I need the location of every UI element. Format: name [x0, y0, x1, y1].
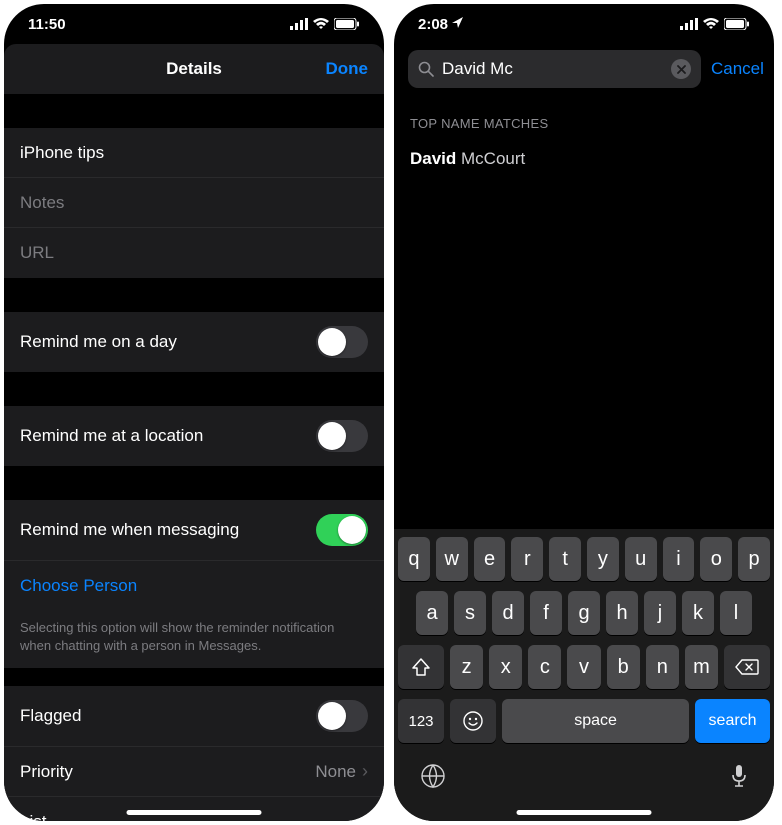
location-arrow-icon — [452, 17, 463, 28]
key-w[interactable]: w — [436, 537, 468, 581]
keyboard: qwertyuiop asdfghjkl zxcvbnm 123 space s… — [394, 529, 774, 821]
cancel-button[interactable]: Cancel — [711, 59, 764, 79]
remind-messaging-row[interactable]: Remind me when messaging — [4, 500, 384, 561]
key-r[interactable]: r — [511, 537, 543, 581]
nav-title: Details — [166, 59, 222, 79]
search-field[interactable] — [408, 50, 701, 88]
shift-icon — [411, 658, 431, 676]
status-bar: 2:08 — [394, 4, 774, 44]
reminder-title-value: iPhone tips — [20, 143, 104, 163]
key-a[interactable]: a — [416, 591, 448, 635]
wifi-icon — [703, 18, 719, 30]
battery-icon — [334, 18, 360, 30]
remind-day-toggle[interactable] — [316, 326, 368, 358]
key-h[interactable]: h — [606, 591, 638, 635]
result-rest-text: McCourt — [456, 149, 525, 168]
search-input[interactable] — [442, 59, 663, 79]
priority-label: Priority — [20, 762, 73, 782]
globe-icon[interactable] — [420, 763, 446, 789]
remind-location-toggle[interactable] — [316, 420, 368, 452]
key-z[interactable]: z — [450, 645, 483, 689]
nav-bar: Details Done — [4, 44, 384, 94]
key-o[interactable]: o — [700, 537, 732, 581]
remind-day-label: Remind me on a day — [20, 332, 177, 352]
status-icons — [290, 18, 360, 30]
url-field[interactable]: URL — [4, 228, 384, 278]
details-form: iPhone tips Notes URL Remind me on a day… — [4, 94, 384, 821]
key-t[interactable]: t — [549, 537, 581, 581]
status-bar: 11:50 — [4, 4, 384, 44]
dictation-icon[interactable] — [730, 763, 748, 789]
choose-person-link: Choose Person — [20, 576, 137, 596]
list-label: List — [20, 812, 46, 821]
home-indicator[interactable] — [127, 810, 262, 815]
results-section-header: TOP NAME MATCHES — [394, 98, 774, 139]
result-match-text: David — [410, 149, 456, 168]
key-p[interactable]: p — [738, 537, 770, 581]
key-m[interactable]: m — [685, 645, 718, 689]
messaging-footer-note: Selecting this option will show the remi… — [4, 611, 384, 668]
key-s[interactable]: s — [454, 591, 486, 635]
phone-contact-search: 2:08 Cancel TOP NAME MATCHES David McCou… — [394, 4, 774, 821]
phone-details: 11:50 Details Done iPhone tips Notes URL… — [4, 4, 384, 821]
reminder-title-field[interactable]: iPhone tips — [4, 128, 384, 178]
remind-day-row[interactable]: Remind me on a day — [4, 312, 384, 372]
chevron-right-icon: › — [362, 761, 368, 782]
key-k[interactable]: k — [682, 591, 714, 635]
remind-location-label: Remind me at a location — [20, 426, 203, 446]
key-y[interactable]: y — [587, 537, 619, 581]
flagged-label: Flagged — [20, 706, 81, 726]
emoji-key[interactable] — [450, 699, 496, 743]
flagged-row[interactable]: Flagged — [4, 686, 384, 747]
wifi-icon — [313, 18, 329, 30]
key-n[interactable]: n — [646, 645, 679, 689]
remind-messaging-label: Remind me when messaging — [20, 520, 239, 540]
key-b[interactable]: b — [607, 645, 640, 689]
key-v[interactable]: v — [567, 645, 600, 689]
remind-location-row[interactable]: Remind me at a location — [4, 406, 384, 466]
key-e[interactable]: e — [474, 537, 506, 581]
key-i[interactable]: i — [663, 537, 695, 581]
backspace-icon — [735, 658, 759, 676]
space-key[interactable]: space — [502, 699, 689, 743]
battery-icon — [724, 18, 750, 30]
cellular-icon — [290, 18, 308, 30]
url-placeholder: URL — [20, 243, 54, 263]
key-q[interactable]: q — [398, 537, 430, 581]
key-f[interactable]: f — [530, 591, 562, 635]
key-g[interactable]: g — [568, 591, 600, 635]
xmark-icon — [677, 65, 686, 74]
chevron-right-icon: › — [362, 812, 368, 821]
notes-field[interactable]: Notes — [4, 178, 384, 228]
status-icons — [680, 18, 750, 30]
remind-messaging-toggle[interactable] — [316, 514, 368, 546]
emoji-icon — [462, 710, 484, 732]
done-button[interactable]: Done — [326, 59, 369, 79]
key-x[interactable]: x — [489, 645, 522, 689]
status-time: 11:50 — [28, 16, 66, 33]
clear-search-button[interactable] — [671, 59, 691, 79]
key-l[interactable]: l — [720, 591, 752, 635]
choose-person-row[interactable]: Choose Person — [4, 561, 384, 611]
shift-key[interactable] — [398, 645, 444, 689]
priority-value: None — [315, 762, 362, 782]
status-time: 2:08 — [418, 16, 463, 33]
key-u[interactable]: u — [625, 537, 657, 581]
key-c[interactable]: c — [528, 645, 561, 689]
search-row: Cancel — [394, 44, 774, 98]
search-icon — [418, 61, 434, 77]
numbers-key[interactable]: 123 — [398, 699, 444, 743]
key-j[interactable]: j — [644, 591, 676, 635]
notes-placeholder: Notes — [20, 193, 64, 213]
key-d[interactable]: d — [492, 591, 524, 635]
priority-row[interactable]: Priority None › — [4, 747, 384, 797]
contact-result[interactable]: David McCourt — [394, 139, 774, 183]
search-key[interactable]: search — [695, 699, 770, 743]
flagged-toggle[interactable] — [316, 700, 368, 732]
backspace-key[interactable] — [724, 645, 770, 689]
cellular-icon — [680, 18, 698, 30]
home-indicator[interactable] — [517, 810, 652, 815]
